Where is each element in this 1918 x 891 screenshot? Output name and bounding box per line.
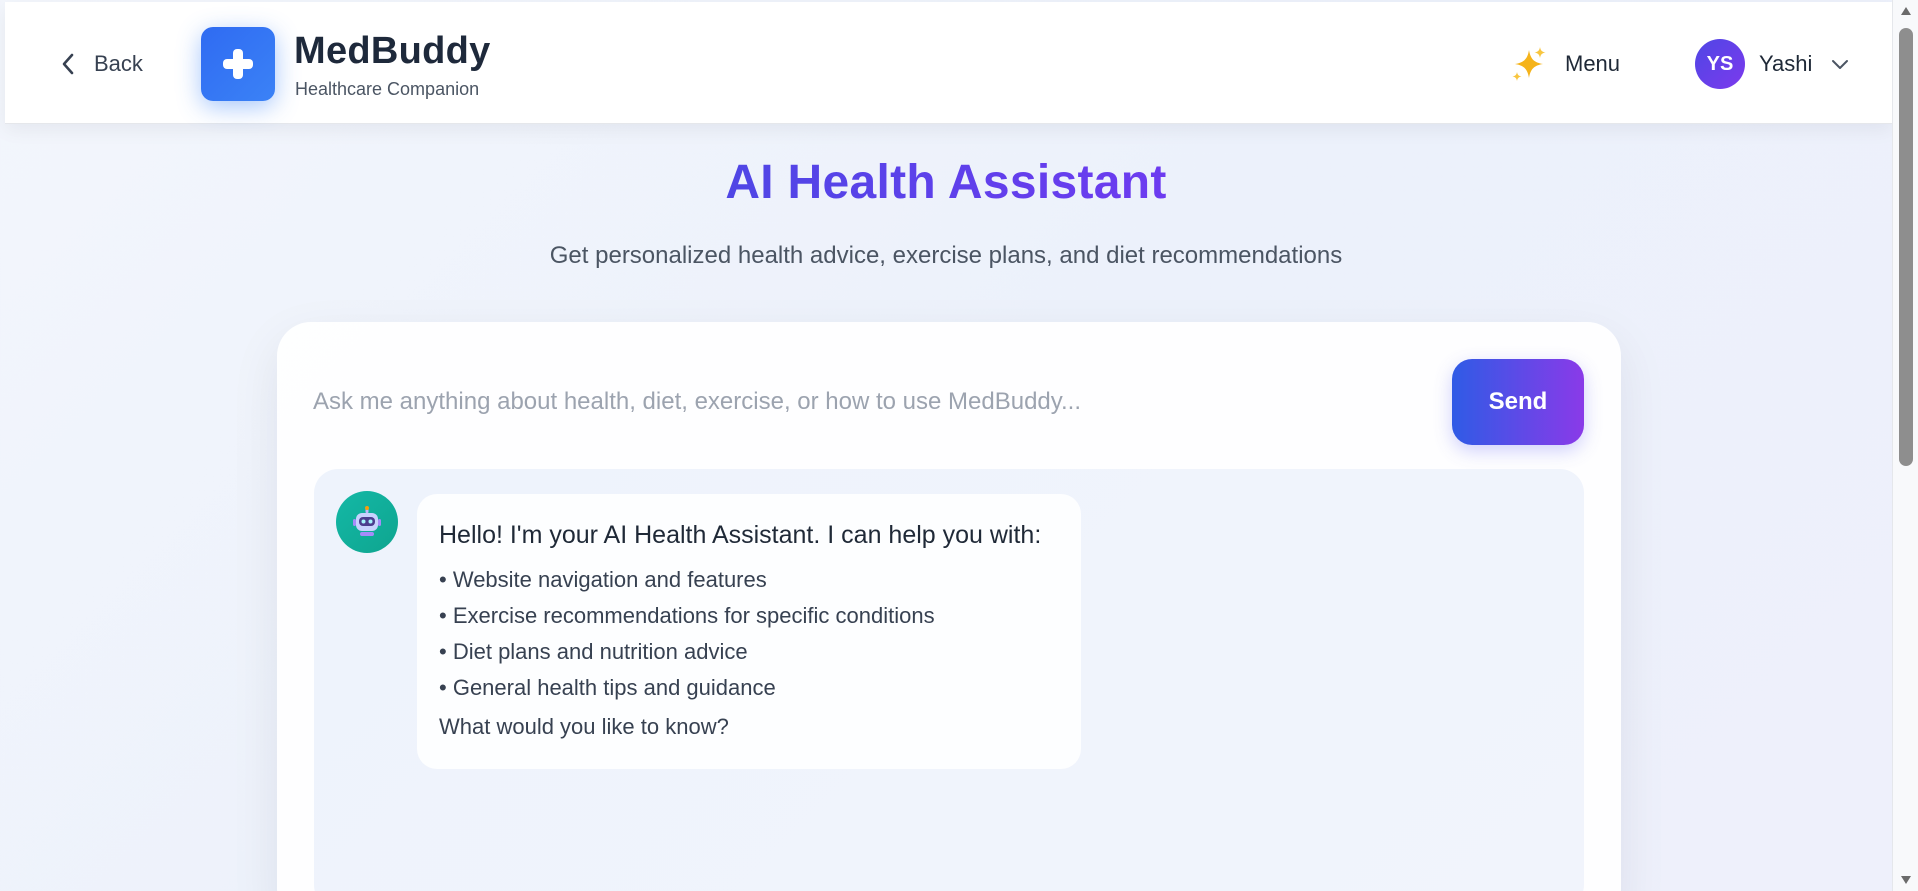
- scroll-up-arrow-icon[interactable]: [1900, 6, 1912, 16]
- bot-message-bubble: Hello! I'm your AI Health Assistant. I c…: [417, 494, 1081, 769]
- chat-input[interactable]: [313, 370, 1433, 434]
- bot-greeting: Hello! I'm your AI Health Assistant. I c…: [439, 521, 1042, 549]
- menu-button[interactable]: Menu: [1509, 44, 1620, 84]
- page-scrollbar[interactable]: [1892, 0, 1918, 891]
- scrollbar-thumb[interactable]: [1899, 28, 1913, 466]
- capability-list: Website navigation and features Exercise…: [439, 566, 1059, 710]
- back-label: Back: [94, 51, 143, 76]
- brand-name: MedBuddy: [294, 30, 491, 72]
- send-button[interactable]: Send: [1452, 359, 1584, 445]
- user-menu[interactable]: YS Yashi: [1695, 39, 1850, 89]
- page-subtitle: Get personalized health advice, exercise…: [549, 242, 1343, 269]
- brand-tagline: Healthcare Companion: [295, 79, 480, 99]
- page-title: AI Health Assistant: [0, 155, 1892, 210]
- chevron-left-icon: [62, 53, 74, 75]
- chevron-down-icon: [1832, 60, 1849, 69]
- avatar: YS: [1695, 39, 1745, 89]
- bot-avatar: [336, 491, 398, 553]
- plus-icon: [223, 49, 253, 79]
- list-item: Exercise recommendations for specific co…: [439, 602, 1059, 638]
- user-name: Yashi: [1759, 51, 1813, 76]
- page-title-text: AI Health Assistant: [725, 156, 1167, 209]
- menu-label: Menu: [1565, 51, 1621, 76]
- bot-closing: What would you like to know?: [439, 714, 729, 739]
- scroll-down-arrow-icon[interactable]: [1900, 875, 1912, 885]
- list-item: Website navigation and features: [439, 566, 1059, 602]
- list-item: Diet plans and nutrition advice: [439, 638, 1059, 674]
- sparkles-icon: [1512, 47, 1546, 81]
- logo[interactable]: [201, 27, 275, 101]
- robot-icon: [353, 506, 381, 536]
- list-item: General health tips and guidance: [439, 674, 1059, 710]
- app-header: Back MedBuddy Healthcare Companion Menu …: [5, 2, 1892, 124]
- back-button[interactable]: Back: [60, 48, 143, 80]
